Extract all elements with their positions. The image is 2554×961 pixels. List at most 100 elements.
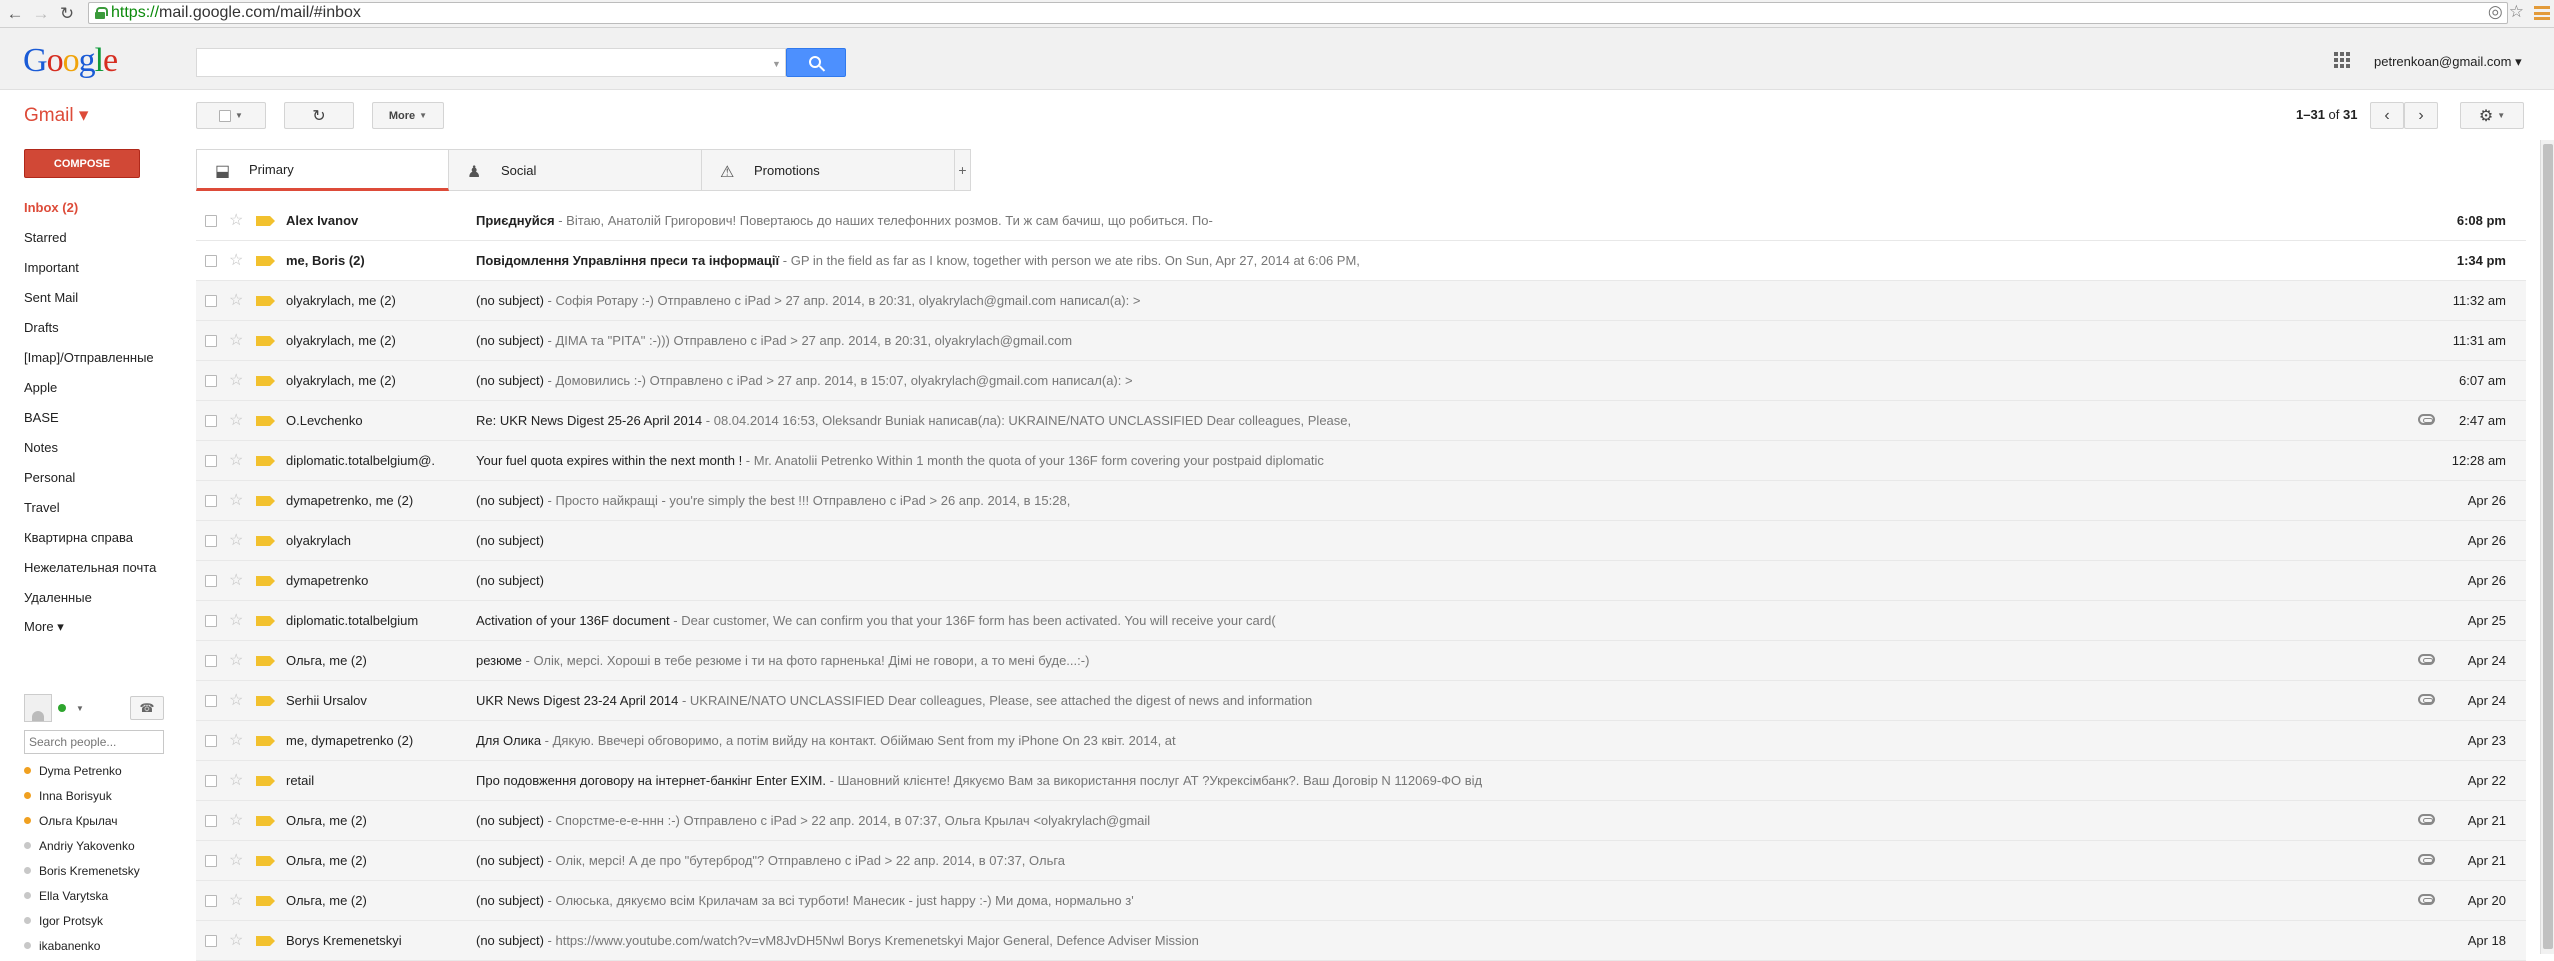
- newer-button[interactable]: ‹: [2370, 102, 2404, 129]
- row-checkbox[interactable]: [205, 574, 217, 587]
- row-checkbox[interactable]: [205, 334, 217, 347]
- scrollbar[interactable]: [2540, 140, 2554, 954]
- star-icon[interactable]: ☆: [229, 250, 243, 270]
- phone-call-button[interactable]: ☎: [130, 696, 164, 720]
- star-icon[interactable]: ☆: [229, 930, 243, 950]
- email-row[interactable]: ☆ olyakrylach, me (2) (no subject) - Домов…: [196, 361, 2526, 401]
- sidebar-item[interactable]: Notes: [24, 432, 156, 462]
- people-search-input[interactable]: [24, 730, 164, 754]
- star-icon[interactable]: ☆: [229, 650, 243, 670]
- status-dot-icon[interactable]: [58, 704, 66, 712]
- star-icon[interactable]: ☆: [229, 530, 243, 550]
- apps-grid-icon[interactable]: [2334, 52, 2350, 68]
- row-checkbox[interactable]: [205, 414, 217, 427]
- compose-button[interactable]: COMPOSE: [24, 149, 140, 178]
- tab-primary[interactable]: ⬓ Primary: [196, 149, 449, 191]
- email-row[interactable]: ☆ Borys Kremenetskyi (no subject) - https:…: [196, 921, 2526, 961]
- email-row[interactable]: ☆ diplomatic.totalbelgium Activation of yo…: [196, 601, 2526, 641]
- star-icon[interactable]: ☆: [229, 410, 243, 430]
- row-checkbox[interactable]: [205, 214, 217, 227]
- importance-marker-icon[interactable]: [256, 296, 275, 306]
- reload-icon[interactable]: ↻: [56, 3, 78, 25]
- sidebar-item[interactable]: Нежелательная почта: [24, 552, 156, 582]
- sidebar-item[interactable]: Sent Mail: [24, 282, 156, 312]
- forward-arrow-icon[interactable]: →: [30, 3, 52, 25]
- sidebar-item[interactable]: Apple: [24, 372, 156, 402]
- scrollbar-thumb[interactable]: [2543, 144, 2553, 949]
- sidebar-item[interactable]: [Imap]/Отправленные: [24, 342, 156, 372]
- search-options-chevron-icon[interactable]: ▼: [772, 59, 781, 69]
- importance-marker-icon[interactable]: [256, 456, 275, 466]
- contact-item[interactable]: ikabanenko: [24, 933, 164, 958]
- importance-marker-icon[interactable]: [256, 496, 275, 506]
- gmail-app-switcher[interactable]: Gmail ▾: [24, 104, 88, 127]
- contact-item[interactable]: Boris Kremenetsky: [24, 858, 164, 883]
- star-icon[interactable]: ☆: [229, 850, 243, 870]
- sidebar-item[interactable]: More ▾: [24, 612, 156, 642]
- row-checkbox[interactable]: [205, 374, 217, 387]
- contact-item[interactable]: Ольга Крылач: [24, 808, 164, 833]
- sidebar-item[interactable]: Important: [24, 252, 156, 282]
- star-icon[interactable]: ☆: [229, 890, 243, 910]
- sidebar-item[interactable]: Starred: [24, 222, 156, 252]
- email-row[interactable]: ☆ dymapetrenko (no subject) Apr 26: [196, 561, 2526, 601]
- importance-marker-icon[interactable]: [256, 736, 275, 746]
- importance-marker-icon[interactable]: [256, 576, 275, 586]
- star-icon[interactable]: ☆: [229, 810, 243, 830]
- star-icon[interactable]: ☆: [229, 730, 243, 750]
- importance-marker-icon[interactable]: [256, 696, 275, 706]
- contact-item[interactable]: Dyma Petrenko: [24, 758, 164, 783]
- importance-marker-icon[interactable]: [256, 336, 275, 346]
- contact-item[interactable]: Ella Varytska: [24, 883, 164, 908]
- sidebar-item[interactable]: Inbox (2): [24, 192, 156, 222]
- star-icon[interactable]: ☆: [229, 690, 243, 710]
- row-checkbox[interactable]: [205, 894, 217, 907]
- row-checkbox[interactable]: [205, 814, 217, 827]
- email-row[interactable]: ☆ Ольга, me (2) (no subject) - Спорстме-е-…: [196, 801, 2526, 841]
- select-checkbox-button[interactable]: ▼: [196, 102, 266, 129]
- sidebar-item[interactable]: Drafts: [24, 312, 156, 342]
- row-checkbox[interactable]: [205, 294, 217, 307]
- importance-marker-icon[interactable]: [256, 376, 275, 386]
- importance-marker-icon[interactable]: [256, 856, 275, 866]
- search-input[interactable]: [196, 48, 786, 77]
- address-bar[interactable]: https://mail.google.com/mail/#inbox: [88, 2, 2508, 24]
- extension-icon[interactable]: ◎: [2488, 2, 2503, 22]
- email-row[interactable]: ☆ me, dymapetrenko (2) Для Олика - Дякую. …: [196, 721, 2526, 761]
- star-icon[interactable]: ☆: [229, 570, 243, 590]
- email-row[interactable]: ☆ dymapetrenko, me (2) (no subject) - Прос…: [196, 481, 2526, 521]
- importance-marker-icon[interactable]: [256, 416, 275, 426]
- sidebar-item[interactable]: Удаленные: [24, 582, 156, 612]
- row-checkbox[interactable]: [205, 654, 217, 667]
- sidebar-item[interactable]: Personal: [24, 462, 156, 492]
- importance-marker-icon[interactable]: [256, 256, 275, 266]
- email-row[interactable]: ☆ O.Levchenko Re: UKR News Digest 25-26 Ap…: [196, 401, 2526, 441]
- row-checkbox[interactable]: [205, 774, 217, 787]
- star-icon[interactable]: ☆: [229, 290, 243, 310]
- email-row[interactable]: ☆ olyakrylach, me (2) (no subject) - Софія…: [196, 281, 2526, 321]
- older-button[interactable]: ›: [2404, 102, 2438, 129]
- google-logo[interactable]: Google: [23, 42, 118, 80]
- row-checkbox[interactable]: [205, 534, 217, 547]
- star-icon[interactable]: ☆: [229, 450, 243, 470]
- row-checkbox[interactable]: [205, 494, 217, 507]
- contact-item[interactable]: Inna Borisyuk: [24, 783, 164, 808]
- importance-marker-icon[interactable]: [256, 776, 275, 786]
- chevron-down-icon[interactable]: ▼: [76, 704, 84, 713]
- bookmark-star-icon[interactable]: ☆: [2509, 2, 2524, 22]
- star-icon[interactable]: ☆: [229, 770, 243, 790]
- email-row[interactable]: ☆ Ольга, me (2) резюме - Олік, мерсі. Хоро…: [196, 641, 2526, 681]
- select-all-checkbox[interactable]: [219, 109, 232, 122]
- star-icon[interactable]: ☆: [229, 490, 243, 510]
- avatar[interactable]: [24, 694, 52, 722]
- contact-item[interactable]: Andriy Yakovenko: [24, 833, 164, 858]
- star-icon[interactable]: ☆: [229, 210, 243, 230]
- row-checkbox[interactable]: [205, 254, 217, 267]
- row-checkbox[interactable]: [205, 934, 217, 947]
- importance-marker-icon[interactable]: [256, 216, 275, 226]
- more-actions-button[interactable]: More ▼: [372, 102, 444, 129]
- add-tab-button[interactable]: +: [955, 149, 971, 191]
- settings-button[interactable]: ⚙ ▼: [2460, 102, 2524, 129]
- sidebar-item[interactable]: Travel: [24, 492, 156, 522]
- star-icon[interactable]: ☆: [229, 330, 243, 350]
